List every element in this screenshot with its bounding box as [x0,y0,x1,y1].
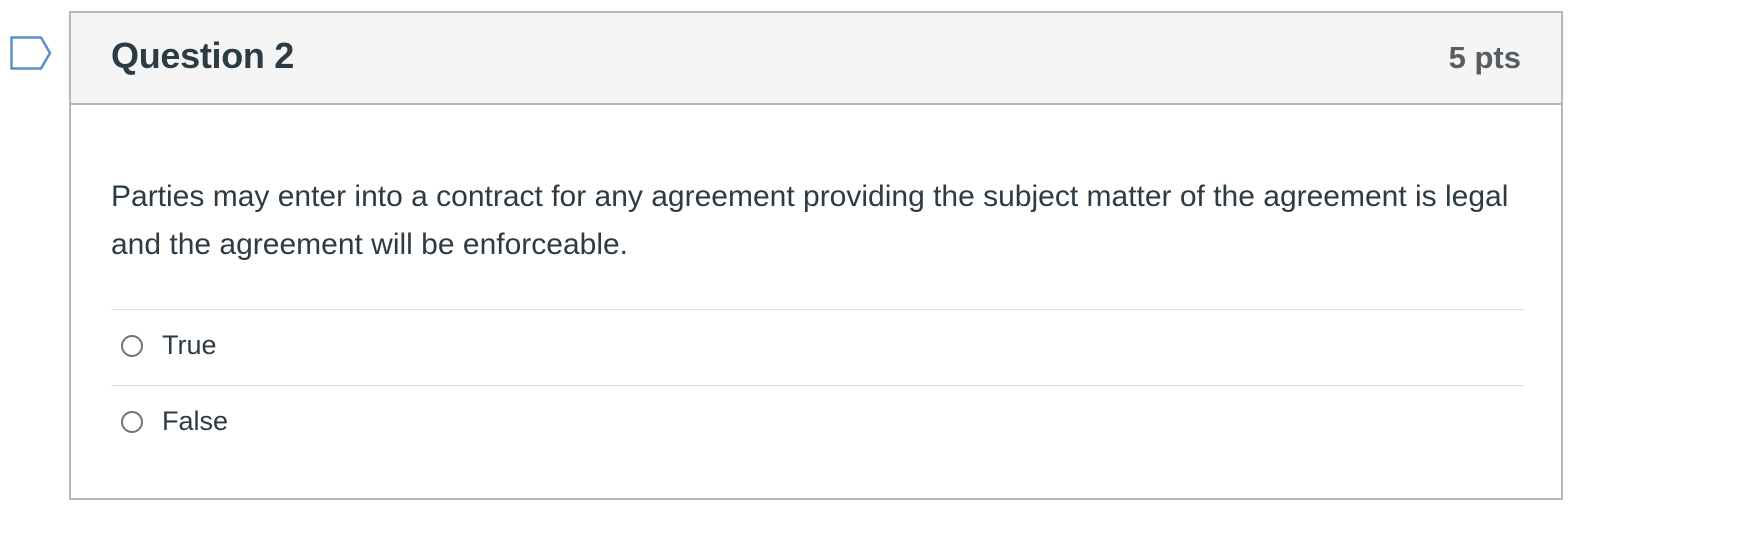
answer-label-true[interactable]: True [162,330,217,361]
question-header: Question 2 5 pts [71,13,1561,105]
question-card: Question 2 5 pts Parties may enter into … [69,11,1563,500]
answer-option-false[interactable]: False [111,385,1524,461]
answer-label-false[interactable]: False [162,406,228,437]
answer-list: True False [111,309,1524,461]
answer-option-true[interactable]: True [111,309,1524,385]
flag-question-icon[interactable] [10,36,52,70]
radio-button-false[interactable] [121,411,143,433]
question-title: Question 2 [111,35,295,76]
question-points: 5 pts [1448,40,1521,75]
question-text: Parties may enter into a contract for an… [111,180,1509,261]
radio-button-true[interactable] [121,335,143,357]
